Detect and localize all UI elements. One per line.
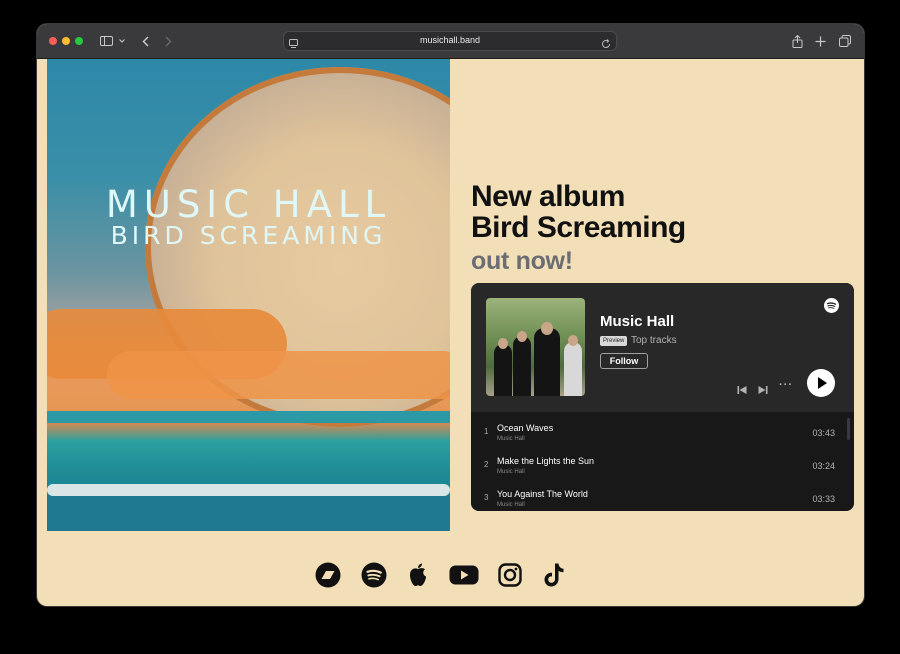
band-member (534, 328, 560, 396)
track-row[interactable]: 2 Make the Lights the Sun Music Hall 03:… (471, 445, 854, 478)
follow-button[interactable]: Follow (600, 353, 648, 369)
album-headline: New album Bird Screaming out now! (471, 181, 686, 279)
artist-name[interactable]: Music Hall (600, 313, 674, 330)
youtube-icon[interactable] (449, 562, 479, 588)
band-member-head (568, 335, 578, 346)
artist-photo (486, 298, 585, 396)
tabs-overview-icon[interactable] (838, 32, 851, 50)
track-duration: 03:33 (812, 494, 835, 504)
band-member-head (541, 322, 553, 335)
band-member-head (517, 331, 527, 342)
cover-title: MUSIC HALL (105, 183, 392, 226)
spotify-embed-player: Music Hall Preview Top tracks Follow ··· (471, 283, 854, 511)
player-header: Music Hall Preview Top tracks Follow ··· (471, 283, 854, 412)
cover-cloud (107, 351, 450, 399)
track-artist: Music Hall (497, 436, 525, 442)
track-list-scrollbar[interactable] (847, 418, 850, 440)
bandcamp-icon[interactable] (315, 562, 341, 588)
album-cover: MUSIC HALL BIRD SCREAMING (47, 59, 450, 531)
track-title: You Against The World (497, 489, 588, 499)
cover-horizon (47, 411, 450, 423)
minimize-window-button[interactable] (62, 37, 70, 45)
track-title: Ocean Waves (497, 423, 554, 433)
track-number: 1 (484, 427, 489, 436)
zoom-window-button[interactable] (75, 37, 83, 45)
tiktok-icon[interactable] (541, 562, 567, 588)
track-row[interactable]: 1 Ocean Waves Music Hall 03:43 (471, 412, 854, 445)
track-artist: Music Hall (497, 502, 525, 508)
headline-line-2: Bird Screaming (471, 211, 686, 244)
browser-toolbar: musichall.band (37, 24, 864, 59)
next-track-icon[interactable] (758, 382, 768, 400)
cover-sea (47, 495, 450, 531)
address-bar[interactable]: musichall.band (283, 31, 617, 51)
track-number: 2 (484, 460, 489, 469)
new-tab-icon[interactable] (814, 32, 826, 50)
cover-wave (47, 484, 450, 496)
spotify-icon[interactable] (361, 562, 387, 588)
close-window-button[interactable] (49, 37, 57, 45)
share-icon[interactable] (791, 32, 803, 50)
track-duration: 03:43 (812, 428, 835, 438)
track-artist: Music Hall (497, 469, 525, 475)
spotify-logo-icon[interactable] (824, 298, 839, 313)
social-links (315, 562, 575, 588)
headline-line-3: out now! (471, 247, 573, 275)
track-title: Make the Lights the Sun (497, 456, 595, 466)
headline-line-1: New album (471, 180, 625, 213)
browser-window: musichall.band MUSIC HALL BIRD SCREAMING (37, 24, 864, 606)
apple-icon[interactable] (405, 562, 431, 588)
band-member-head (498, 338, 508, 349)
play-icon (818, 377, 827, 389)
band-member (513, 336, 531, 396)
sidebar-icon[interactable] (99, 32, 113, 50)
previous-track-icon[interactable] (737, 382, 747, 400)
band-member (494, 344, 512, 396)
band-member (564, 342, 582, 396)
chevron-down-icon[interactable] (118, 32, 126, 50)
page-content: MUSIC HALL BIRD SCREAMING New album Bird… (37, 59, 864, 606)
instagram-icon[interactable] (497, 562, 523, 588)
track-list: 1 Ocean Waves Music Hall 03:43 2 Make th… (471, 412, 854, 511)
more-options-icon[interactable]: ··· (779, 379, 793, 391)
track-number: 3 (484, 493, 489, 502)
url-text: musichall.band (419, 35, 481, 45)
cover-subtitle: BIRD SCREAMING (110, 221, 387, 250)
top-tracks-label: Top tracks (631, 335, 677, 346)
reload-icon[interactable] (601, 36, 611, 54)
track-row[interactable]: 3 You Against The World Music Hall 03:33 (471, 478, 854, 511)
back-icon[interactable] (139, 32, 151, 50)
preview-badge: Preview (600, 336, 628, 346)
forward-icon[interactable] (162, 32, 174, 50)
track-duration: 03:24 (812, 461, 835, 471)
play-button[interactable] (807, 369, 835, 397)
